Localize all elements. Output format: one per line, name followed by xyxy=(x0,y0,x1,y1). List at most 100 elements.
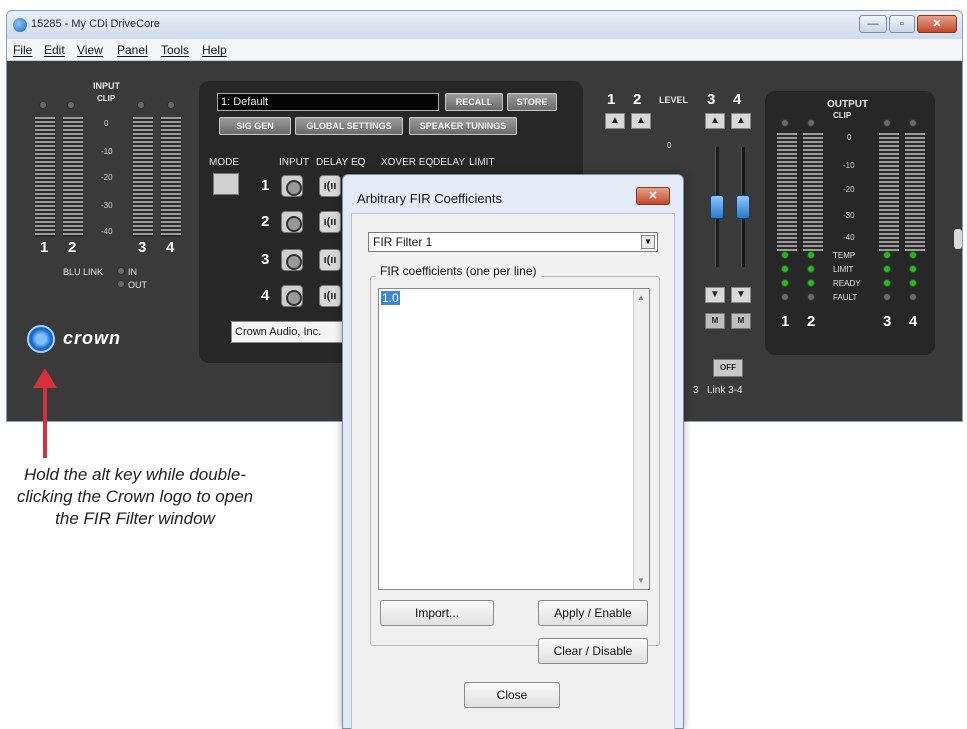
level-up-button[interactable]: ▲ xyxy=(705,113,725,129)
delay-icon[interactable]: ı(ıı xyxy=(319,175,341,197)
temp-led xyxy=(781,251,789,259)
fir-filter-select-value: FIR Filter 1 xyxy=(373,235,433,249)
ready-led xyxy=(807,279,815,287)
level-channel-2: 2 xyxy=(633,91,642,108)
level-channel-1: 1 xyxy=(607,91,616,108)
input-connector-icon[interactable] xyxy=(281,285,303,307)
mute-button-3[interactable]: M xyxy=(705,313,725,329)
fir-filter-select[interactable]: FIR Filter 1 ▼ xyxy=(368,232,658,252)
level-down-button[interactable]: ▼ xyxy=(731,287,751,303)
mode-label: MODE xyxy=(209,157,239,168)
input-meter-3 xyxy=(133,117,153,237)
maximize-button[interactable]: ▫ xyxy=(889,15,915,33)
mode-button[interactable] xyxy=(213,173,239,195)
delay-header: DELAY xyxy=(316,157,349,168)
input-connector-icon[interactable] xyxy=(281,175,303,197)
scroll-down-icon[interactable]: ▼ xyxy=(637,576,645,585)
scale-tick: -10 xyxy=(101,147,113,156)
dialog-close-icon[interactable]: ✕ xyxy=(636,187,670,205)
output-clip-label: CLIP xyxy=(833,111,852,120)
level-up-button[interactable]: ▲ xyxy=(605,113,625,129)
fault-label: FAULT xyxy=(833,293,858,302)
output-channel-4: 4 xyxy=(909,313,918,330)
fault-led xyxy=(807,293,815,301)
clip-led xyxy=(909,119,917,127)
level-down-button[interactable]: ▼ xyxy=(705,287,725,303)
blu-in-label: IN xyxy=(128,267,137,277)
input-connector-icon[interactable] xyxy=(281,249,303,271)
scale-tick: -40 xyxy=(843,233,855,242)
panel-expand-tab[interactable] xyxy=(954,229,962,249)
input-connector-icon[interactable] xyxy=(281,211,303,233)
sig-gen-button[interactable]: SIG GEN xyxy=(219,117,291,135)
menu-help[interactable]: Help xyxy=(202,43,227,57)
menu-panel[interactable]: Panel xyxy=(117,43,148,57)
scale-tick: 0 xyxy=(847,133,852,142)
fault-led xyxy=(909,293,917,301)
temp-label: TEMP xyxy=(833,251,856,260)
input-clip-label: CLIP xyxy=(97,94,116,103)
menu-tools[interactable]: Tools xyxy=(161,43,189,57)
fir-coefficients-textarea[interactable]: 1.0 ▲ ▼ xyxy=(378,288,650,590)
coefficient-value: 1.0 xyxy=(381,291,400,305)
clip-led xyxy=(67,101,75,109)
import-button[interactable]: Import... xyxy=(380,600,494,626)
level-channel-3: 3 xyxy=(707,91,716,108)
link-3-4-label: Link 3-4 xyxy=(707,385,743,396)
limit-led xyxy=(807,265,815,273)
company-field[interactable]: Crown Audio, Inc. xyxy=(231,321,351,343)
recall-button[interactable]: RECALL xyxy=(445,93,503,111)
clear-disable-button[interactable]: Clear / Disable xyxy=(538,638,648,664)
input-channel-2: 2 xyxy=(68,239,77,256)
close-button[interactable]: ✕ xyxy=(917,15,957,33)
store-button[interactable]: STORE xyxy=(507,93,557,111)
minimize-button[interactable]: — xyxy=(859,15,887,33)
delay-icon[interactable]: ı(ıı xyxy=(319,249,341,271)
textarea-scrollbar[interactable]: ▲ ▼ xyxy=(633,289,649,589)
ready-label: READY xyxy=(833,279,861,288)
level-up-button[interactable]: ▲ xyxy=(631,113,651,129)
menu-file[interactable]: File xyxy=(13,43,32,57)
apply-enable-button[interactable]: Apply / Enable xyxy=(538,600,648,626)
fault-led xyxy=(781,293,789,301)
menu-edit[interactable]: Edit xyxy=(44,43,65,57)
global-settings-button[interactable]: GLOBAL SETTINGS xyxy=(295,117,403,135)
level-up-button[interactable]: ▲ xyxy=(731,113,751,129)
ready-led xyxy=(781,279,789,287)
scroll-up-icon[interactable]: ▲ xyxy=(637,293,645,302)
app-icon xyxy=(13,18,27,32)
fir-coefficients-label: FIR coefficients (one per line) xyxy=(376,264,541,278)
mute-button-4[interactable]: M xyxy=(731,313,751,329)
crown-logo-icon xyxy=(27,325,55,353)
level-label: LEVEL xyxy=(659,95,689,105)
speaker-tunings-button[interactable]: SPEAKER TUNINGS xyxy=(409,117,517,135)
fault-led xyxy=(883,293,891,301)
close-button[interactable]: Close xyxy=(464,682,560,708)
limit-led xyxy=(883,265,891,273)
clip-led xyxy=(781,119,789,127)
chevron-down-icon[interactable]: ▼ xyxy=(641,235,655,249)
preset-name-field[interactable]: 1: Default xyxy=(217,93,439,111)
delay-icon[interactable]: ı(ıı xyxy=(319,211,341,233)
temp-led xyxy=(909,251,917,259)
input-meter-4 xyxy=(161,117,181,237)
input-header: INPUT xyxy=(279,157,309,168)
fader-knob-4[interactable] xyxy=(736,195,750,219)
fir-dialog: Arbitrary FIR Coefficients ✕ FIR Filter … xyxy=(342,174,684,729)
clip-led xyxy=(39,101,47,109)
crown-logo[interactable]: crown xyxy=(27,325,147,355)
clip-led xyxy=(883,119,891,127)
delay-icon[interactable]: ı(ıı xyxy=(319,285,341,307)
scale-tick: -30 xyxy=(843,211,855,220)
dialog-title: Arbitrary FIR Coefficients xyxy=(357,191,502,206)
fader-knob-3[interactable] xyxy=(710,195,724,219)
output-title: OUTPUT xyxy=(827,99,869,110)
output-channel-2: 2 xyxy=(807,313,816,330)
screen: 15285 - My CDi DriveCore — ▫ ✕ File Edit… xyxy=(0,0,967,729)
temp-led xyxy=(807,251,815,259)
link-3-4-button[interactable]: OFF xyxy=(713,359,743,377)
input-channel-1: 1 xyxy=(40,239,49,256)
menu-view[interactable]: View xyxy=(77,43,103,57)
callout-arrow xyxy=(33,368,57,458)
scale-tick: -20 xyxy=(101,173,113,182)
